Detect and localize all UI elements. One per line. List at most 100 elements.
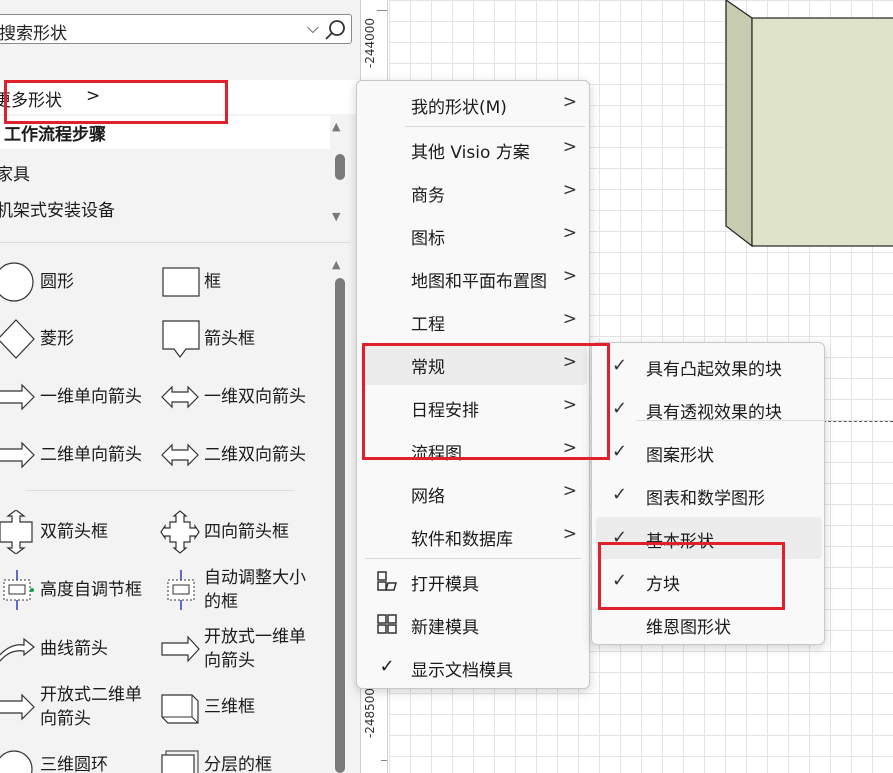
menu-item-my-shapes[interactable]: 我的形状(M) > xyxy=(361,83,587,125)
chevron-right-icon: > xyxy=(562,309,577,329)
arrow-1d-double-icon xyxy=(160,375,200,419)
menu-item-network[interactable]: 网络 > xyxy=(361,472,587,514)
shape-label: 高度自调节框 xyxy=(40,580,142,600)
circle-icon xyxy=(0,260,36,304)
shape-label: 一维单向箭头 xyxy=(40,387,142,407)
scroll-down-icon[interactable]: ▼ xyxy=(332,210,340,223)
shape-item[interactable]: 曲线箭头 xyxy=(0,624,108,674)
check-icon: ✓ xyxy=(612,355,628,376)
menu-item-label: 软件和数据库 xyxy=(411,530,513,550)
submenu-item-label: 维恩图形状 xyxy=(646,618,731,638)
submenu-item-label: 图表和数学图形 xyxy=(646,489,765,509)
menu-item-label: 我的形状(M) xyxy=(411,98,507,118)
chevron-right-icon: > xyxy=(562,137,577,157)
menu-item-maps[interactable]: 地图和平面布置图 > xyxy=(361,257,587,299)
ruler-tick xyxy=(381,760,387,761)
shape-label: 一维双向箭头 xyxy=(204,387,306,407)
menu-item-open-stencil[interactable]: 打开模具 xyxy=(361,560,587,602)
menu-item-software[interactable]: 软件和数据库 > xyxy=(361,515,587,557)
shape-item[interactable]: 开放式一维单向箭头 xyxy=(160,624,316,674)
arrow-2d-double-icon xyxy=(160,433,200,477)
ruler-label: -244000 xyxy=(363,18,377,69)
check-icon: ✓ xyxy=(612,441,628,462)
menu-item-other-visio[interactable]: 其他 Visio 方案 > xyxy=(361,128,587,170)
check-icon: ✓ xyxy=(612,484,628,505)
check-icon: ✓ xyxy=(612,398,628,419)
submenu-item-pattern-shapes[interactable]: ✓ 图案形状 xyxy=(596,431,822,473)
submenu-item-charts-math[interactable]: ✓ 图表和数学图形 xyxy=(596,474,822,516)
search-box[interactable]: 搜索形状 ⌵ xyxy=(0,14,352,44)
shape-item[interactable]: 分层的框 xyxy=(160,740,272,773)
arrow-box-icon xyxy=(160,317,200,361)
ruler-tick xyxy=(377,10,387,11)
stencil-scrollbar[interactable]: ▲ ▼ xyxy=(332,118,345,228)
menu-item-engineering[interactable]: 工程 > xyxy=(361,300,587,342)
shape-label: 曲线箭头 xyxy=(40,639,108,659)
menu-separator xyxy=(365,558,581,559)
submenu-item-label: 具有凸起效果的块 xyxy=(646,360,782,380)
chevron-right-icon: > xyxy=(562,481,577,501)
stencil-item-furniture[interactable]: 家具 xyxy=(0,160,30,185)
shape-item[interactable]: 框 xyxy=(160,257,221,307)
scroll-thumb[interactable] xyxy=(335,278,345,773)
scroll-up-icon[interactable]: ▲ xyxy=(332,258,340,271)
shape-label: 箭头框 xyxy=(204,329,255,349)
shape-item[interactable]: 三维圆环 xyxy=(0,740,108,773)
divider xyxy=(0,242,350,243)
3d-box-icon xyxy=(160,685,200,729)
menu-item-business[interactable]: 商务 > xyxy=(361,171,587,213)
check-icon: ✓ xyxy=(379,656,395,677)
shape-item[interactable]: 高度自调节框 xyxy=(0,565,142,615)
shape-item[interactable]: 四向箭头框 xyxy=(160,507,289,557)
shape-label: 三维框 xyxy=(204,697,255,717)
four-way-arrow-box-icon xyxy=(160,510,200,554)
search-icon[interactable] xyxy=(323,18,347,42)
shape-item[interactable]: 箭头框 xyxy=(160,314,255,364)
shape-item[interactable]: 一维单向箭头 xyxy=(0,372,142,422)
menu-item-icons[interactable]: 图标 > xyxy=(361,214,587,256)
menu-item-show-document-stencil[interactable]: ✓ 显示文档模具 xyxy=(361,646,587,688)
shapes-scrollbar[interactable]: ▲ xyxy=(332,256,345,773)
shape-item[interactable]: 双箭头框 xyxy=(0,507,108,557)
stencil-item-rack[interactable]: 机架式安装设备 xyxy=(0,196,115,221)
3d-block-shape[interactable] xyxy=(724,0,893,250)
open-stencil-icon xyxy=(377,571,397,591)
submenu-item-label: 图案形状 xyxy=(646,446,714,466)
menu-item-label: 商务 xyxy=(411,186,445,206)
scroll-up-icon[interactable]: ▲ xyxy=(332,120,340,133)
menu-item-new-stencil[interactable]: 新建模具 xyxy=(361,603,587,645)
chevron-right-icon: > xyxy=(562,92,577,112)
3d-ring-icon xyxy=(0,743,36,773)
shape-label: 菱形 xyxy=(40,329,74,349)
curved-arrow-icon xyxy=(0,627,36,671)
arrow-2d-single-icon xyxy=(0,433,36,477)
menu-item-label: 显示文档模具 xyxy=(411,661,513,681)
menu-item-label: 其他 Visio 方案 xyxy=(411,143,530,163)
menu-item-label: 网络 xyxy=(411,487,445,507)
submenu-item-perspective-blocks[interactable]: ✓ 具有透视效果的块 xyxy=(596,388,822,430)
shape-label: 二维单向箭头 xyxy=(40,445,142,465)
shape-label: 双箭头框 xyxy=(40,522,108,542)
shape-item[interactable]: 二维双向箭头 xyxy=(160,430,306,480)
arrow-1d-single-icon xyxy=(0,375,36,419)
shape-item[interactable]: 二维单向箭头 xyxy=(0,430,142,480)
layered-box-icon xyxy=(160,743,200,773)
menu-item-label: 地图和平面布置图 xyxy=(411,272,547,292)
menu-item-label: 图标 xyxy=(411,229,445,249)
shape-item[interactable]: 开放式二维单向箭头 xyxy=(0,682,152,732)
shape-item[interactable]: 一维双向箭头 xyxy=(160,372,306,422)
ruler-label: -248500 xyxy=(363,688,377,739)
shape-item[interactable]: 自动调整大小的框 xyxy=(160,565,316,615)
shape-item[interactable]: 圆形 xyxy=(0,257,74,307)
shape-item[interactable]: 三维框 xyxy=(160,682,255,732)
submenu-item-raised-blocks[interactable]: ✓ 具有凸起效果的块 xyxy=(596,345,822,387)
menu-separator xyxy=(405,126,585,127)
scroll-thumb[interactable] xyxy=(335,154,345,180)
double-arrow-box-icon xyxy=(0,510,36,554)
menu-item-label: 新建模具 xyxy=(411,618,479,638)
shape-label: 开放式二维单向箭头 xyxy=(40,685,142,729)
chevron-down-icon[interactable]: ⌵ xyxy=(307,18,319,38)
submenu-item-label: 具有透视效果的块 xyxy=(646,403,782,423)
search-input[interactable]: 搜索形状 xyxy=(0,19,67,44)
shape-item[interactable]: 菱形 xyxy=(0,314,74,364)
